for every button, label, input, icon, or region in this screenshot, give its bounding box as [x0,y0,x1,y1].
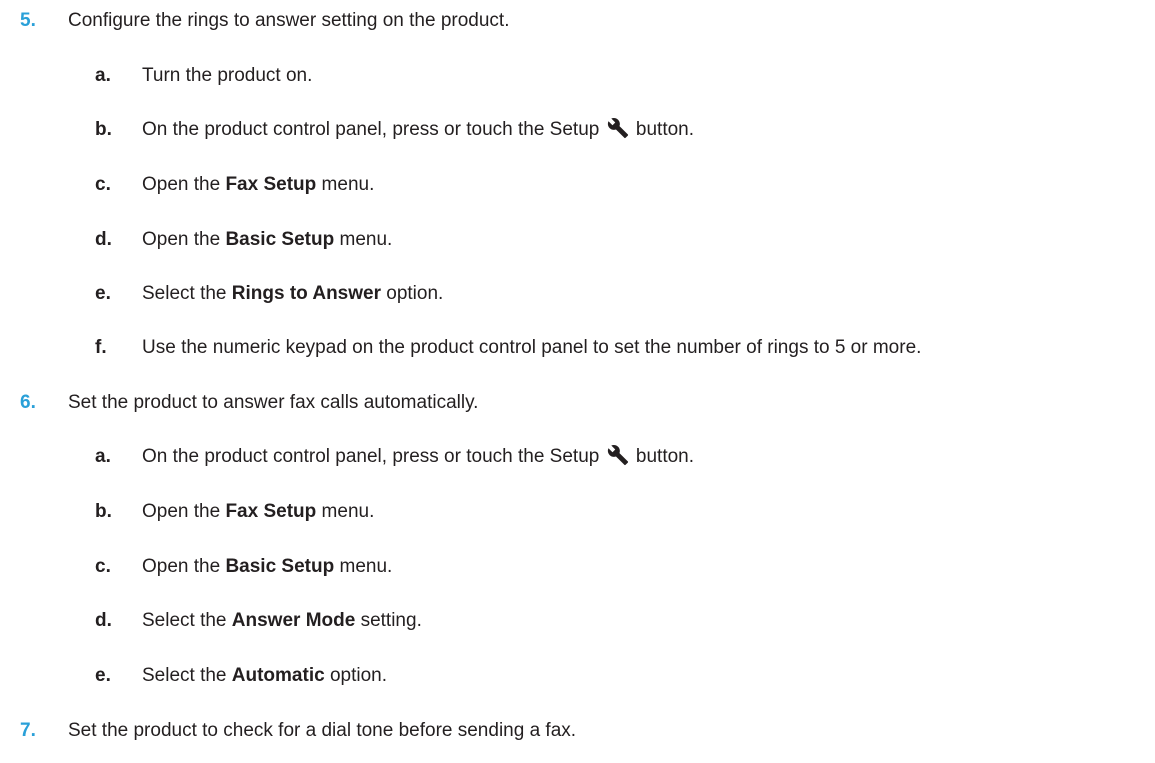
substep-text: On the product control panel, press or t… [142,118,695,140]
substep-text: Select the Rings to Answer option. [142,283,444,304]
substep-text: On the product control panel, press or t… [142,445,695,467]
substep-text: Select the Automatic option. [142,665,388,686]
substep-letter: f. [95,337,107,358]
menu-name: Fax Setup [225,174,317,195]
substep-text: Open the Basic Setup menu. [142,229,393,250]
substep-text: Open the Fax Setup menu. [142,501,375,522]
menu-name: Fax Setup [225,501,317,522]
substep-text: Turn the product on. [142,65,313,86]
substep-letter: b. [95,119,112,140]
wrench-icon [607,445,628,466]
substep-letter: d. [95,229,112,250]
step-number: 7. [20,720,36,741]
option-name: Automatic [231,665,325,686]
substep-letter: d. [95,610,112,631]
menu-name: Basic Setup [225,556,335,577]
substep-text: Use the numeric keypad on the product co… [142,337,922,358]
step-text: Set the product to check for a dial tone… [68,720,577,741]
option-name: Rings to Answer [231,283,381,304]
step-text: Set the product to answer fax calls auto… [68,392,479,413]
substep-text: Open the Basic Setup menu. [142,556,393,577]
substep-letter: a. [95,65,111,86]
substep-letter: c. [95,174,111,195]
substep-letter: e. [95,665,111,686]
setting-name: Answer Mode [231,610,356,631]
substep-letter: b. [95,501,112,522]
substep-letter: c. [95,556,111,577]
wrench-icon [607,118,628,139]
substep-text: Select the Answer Mode setting. [142,610,422,631]
step-number: 5. [20,10,36,31]
substep-letter: e. [95,283,111,304]
step-text: Configure the rings to answer setting on… [68,10,510,31]
menu-name: Basic Setup [225,229,335,250]
substep-letter: a. [95,446,111,467]
step-number: 6. [20,392,36,413]
substep-text: Open the Fax Setup menu. [142,174,375,195]
